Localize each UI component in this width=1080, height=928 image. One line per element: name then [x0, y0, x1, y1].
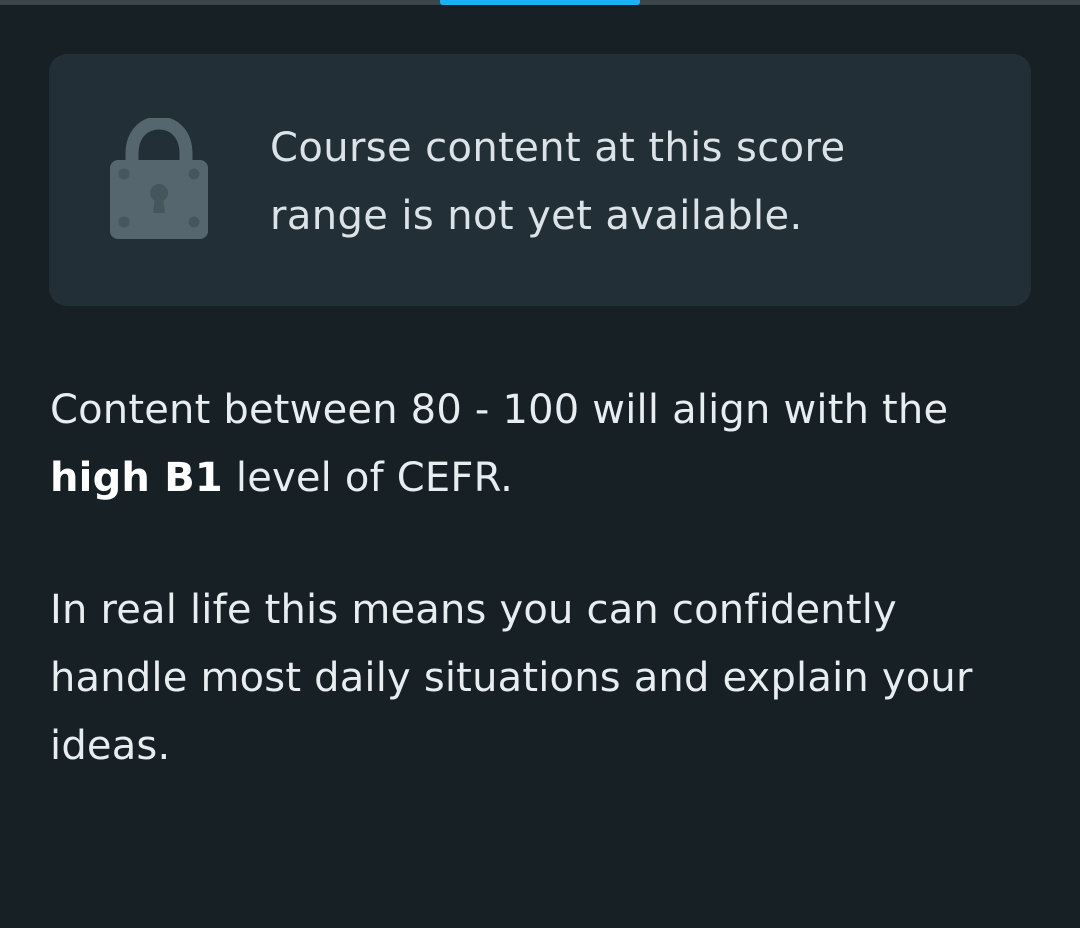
lock-icon — [110, 118, 208, 239]
locked-message: Course content at this score range is no… — [270, 125, 846, 239]
score-range-description: Content between 80 - 100 will align with… — [50, 376, 1040, 512]
cefr-level: high B1 — [50, 455, 223, 501]
cefr-suffix: level of CEFR. — [235, 455, 514, 501]
progress-indicator — [440, 0, 640, 5]
score-range-text: Content between 80 - 100 will align with… — [50, 387, 949, 433]
progress-track — [0, 0, 1080, 5]
real-life-description: In real life this means you can confiden… — [50, 587, 973, 769]
